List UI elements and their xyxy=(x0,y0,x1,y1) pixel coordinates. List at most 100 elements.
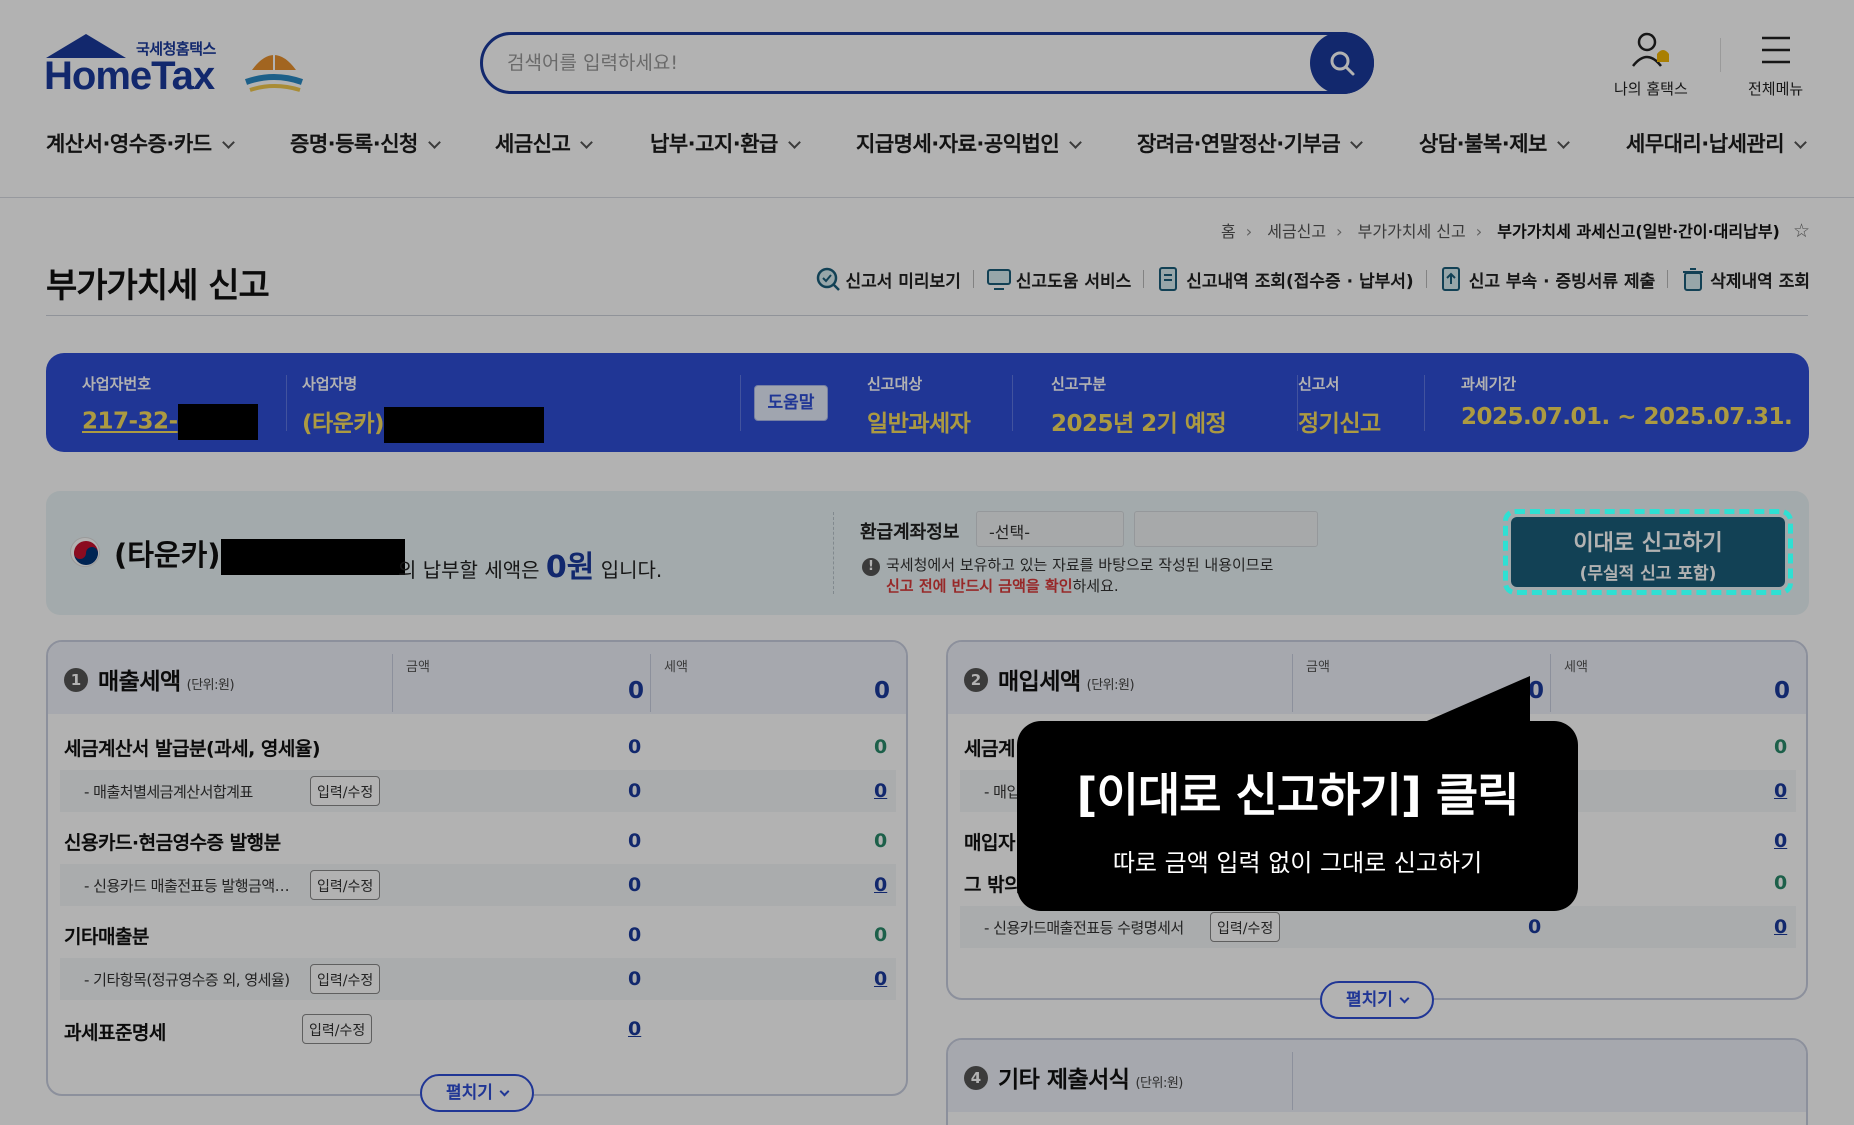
quick-link-label: 신고 부속 · 증빙서류 제출 xyxy=(1468,271,1656,292)
tax-col-header: 세액 xyxy=(664,660,688,675)
row-label: 그 밖의 xyxy=(964,874,1022,896)
bizno-value[interactable]: 217-32- xyxy=(82,409,178,435)
user-bell-icon xyxy=(1631,32,1669,67)
chevron-down-icon xyxy=(499,1086,510,1097)
search-button[interactable] xyxy=(1310,32,1374,94)
breadcrumb-tax-filing[interactable]: 세금신고 xyxy=(1267,222,1326,241)
nav-certificate-register[interactable]: 증명·등록·신청 xyxy=(290,128,441,158)
divider xyxy=(740,375,741,431)
edit-button[interactable]: 입력/수정 xyxy=(302,1014,373,1044)
row-amount: 0 xyxy=(628,830,642,852)
target-value: 일반과세자 xyxy=(867,411,971,437)
edit-button[interactable]: 입력/수정 xyxy=(310,870,381,900)
row-tax: 0 xyxy=(874,924,888,946)
preview-return-link[interactable]: 신고서 미리보기 xyxy=(815,266,961,292)
document-list-icon xyxy=(1159,267,1178,291)
table-row: 신용카드·현금영수증 발행분 0 0 xyxy=(48,822,906,862)
amount-col-header: 금액 xyxy=(1306,660,1330,675)
tooltip-desc: 따로 금액 입력 없이 그대로 신고하기 xyxy=(1112,849,1483,877)
nav-label: 세금신고 xyxy=(495,132,571,156)
nav-label: 세무대리·납세관리 xyxy=(1626,132,1785,156)
divider xyxy=(972,270,974,288)
nav-label: 장려금·연말정산·기부금 xyxy=(1137,132,1341,156)
panel-title-text: 매출세액 xyxy=(98,669,181,695)
korea-emblem-icon xyxy=(70,537,100,567)
chevron-down-icon xyxy=(788,136,801,149)
breadcrumb-home[interactable]: 홈 xyxy=(1221,222,1236,241)
notice-text: ! 국세청에서 보유하고 있는 자료를 바탕으로 작성된 내용이므로 신고 전에 … xyxy=(862,555,1273,596)
nav-tax-agent[interactable]: 세무대리·납세관리 xyxy=(1626,128,1807,158)
bizno-cell: 사업자번호 217-32- xyxy=(82,373,258,440)
form-cell: 신고서 정기신고 xyxy=(1298,373,1381,438)
exclamation-icon: ! xyxy=(862,558,880,576)
star-favorite-icon[interactable]: ☆ xyxy=(1793,220,1810,242)
chevron-down-icon xyxy=(428,136,441,149)
row-tax-link[interactable]: 0 xyxy=(874,780,887,802)
edit-button[interactable]: 입력/수정 xyxy=(310,964,381,994)
row-label: - 매출처별세금계산서합계표 xyxy=(84,783,253,801)
row-tax-link[interactable]: 0 xyxy=(1774,830,1787,852)
other-forms-panel: 4 기타 제출서식 (단위:원) xyxy=(946,1038,1808,1125)
nav-incentive-yearend[interactable]: 장려금·연말정산·기부금 xyxy=(1137,128,1364,158)
filing-help-service-link[interactable]: 신고도움 서비스 xyxy=(986,266,1131,292)
panel-header: 1 매출세액 (단위:원) 금액 0 세액 0 xyxy=(48,642,906,714)
my-hometax-button[interactable]: 나의 홈택스 xyxy=(1614,30,1688,99)
section-number: 4 xyxy=(964,1066,988,1090)
filing-type-cell: 신고구분 2025년 2기 예정 xyxy=(1051,373,1227,438)
trash-icon xyxy=(1683,268,1704,291)
divider xyxy=(286,375,287,431)
row-amount-link[interactable]: 0 xyxy=(628,1018,641,1040)
help-button[interactable]: 도움말 xyxy=(754,385,828,421)
nav-payment-refund[interactable]: 납부·고지·환급 xyxy=(650,128,801,158)
row-tax-link[interactable]: 0 xyxy=(1774,780,1787,802)
row-tax: 0 xyxy=(1774,736,1788,758)
divider xyxy=(1292,654,1293,712)
breadcrumb-vat[interactable]: 부가가치세 신고 xyxy=(1358,222,1466,241)
expand-label: 펼치기 xyxy=(446,1083,493,1103)
expand-purchase-button[interactable]: 펼치기 xyxy=(1320,981,1434,1019)
logo-big-text: HomeTax xyxy=(44,54,215,98)
panel-header: 4 기타 제출서식 (단위:원) xyxy=(948,1040,1806,1112)
redacted-block xyxy=(384,406,545,443)
all-menu-button[interactable]: 전체메뉴 xyxy=(1748,30,1803,99)
divider xyxy=(1667,270,1669,288)
search-input[interactable] xyxy=(507,35,1287,91)
unit-label: (단위:원) xyxy=(186,678,235,693)
row-amount: 0 xyxy=(628,968,642,990)
row-label: 과세표준명세 xyxy=(64,1022,166,1044)
target-cell: 신고대상 일반과세자 xyxy=(867,373,971,438)
nav-invoice-receipt-card[interactable]: 계산서·영수증·카드 xyxy=(46,128,235,158)
row-amount: 0 xyxy=(628,874,642,896)
summary-name-text: (타운카) xyxy=(114,538,221,572)
divider xyxy=(1143,270,1145,288)
refund-account-input[interactable] xyxy=(1134,511,1318,547)
total-amount: 0 xyxy=(628,678,645,704)
hometax-logo[interactable]: 국세청홈택스 HomeTax xyxy=(44,30,314,100)
row-tax-link[interactable]: 0 xyxy=(874,968,887,990)
refund-bank-select[interactable]: -선택- xyxy=(976,511,1124,547)
nav-consult-appeal[interactable]: 상담·불복·제보 xyxy=(1419,128,1570,158)
submit-attachments-link[interactable]: 신고 부속 · 증빙서류 제출 xyxy=(1439,266,1656,292)
tooltip-title: [이대로 신고하기] 클릭 xyxy=(1076,768,1520,822)
nav-tax-filing[interactable]: 세금신고 xyxy=(495,128,594,158)
expand-sales-button[interactable]: 펼치기 xyxy=(420,1074,534,1112)
edit-button[interactable]: 입력/수정 xyxy=(310,776,381,806)
summary-business-name: (타운카) xyxy=(114,532,405,575)
deleted-history-link[interactable]: 삭제내역 조회 xyxy=(1680,266,1810,292)
section-number: 2 xyxy=(964,668,988,692)
tooltip-bubble: [이대로 신고하기] 클릭 따로 금액 입력 없이 그대로 신고하기 xyxy=(1017,721,1578,911)
form-label: 신고서 xyxy=(1298,375,1340,393)
bizname-cell: 사업자명 (타운카) xyxy=(302,373,545,443)
payable-amount: 0원 xyxy=(545,550,595,585)
row-tax-link[interactable]: 0 xyxy=(1774,916,1787,938)
row-amount: 0 xyxy=(1528,916,1542,938)
summary-tail-pre: 의 납부할 세액은 xyxy=(398,558,540,582)
edit-button[interactable]: 입력/수정 xyxy=(1210,912,1281,942)
filing-history-link[interactable]: 신고내역 조회(접수증 · 납부서) xyxy=(1156,266,1414,292)
period-value: 2025.07.01. ~ 2025.07.31. xyxy=(1461,404,1793,430)
row-tax-link[interactable]: 0 xyxy=(874,874,887,896)
all-menu-label: 전체메뉴 xyxy=(1748,80,1804,98)
row-label: - 신용카드 매출전표등 발행금액… xyxy=(84,877,290,895)
row-tax: 0 xyxy=(874,736,888,758)
nav-payment-statement[interactable]: 지급명세·자료·공익법인 xyxy=(856,128,1083,158)
